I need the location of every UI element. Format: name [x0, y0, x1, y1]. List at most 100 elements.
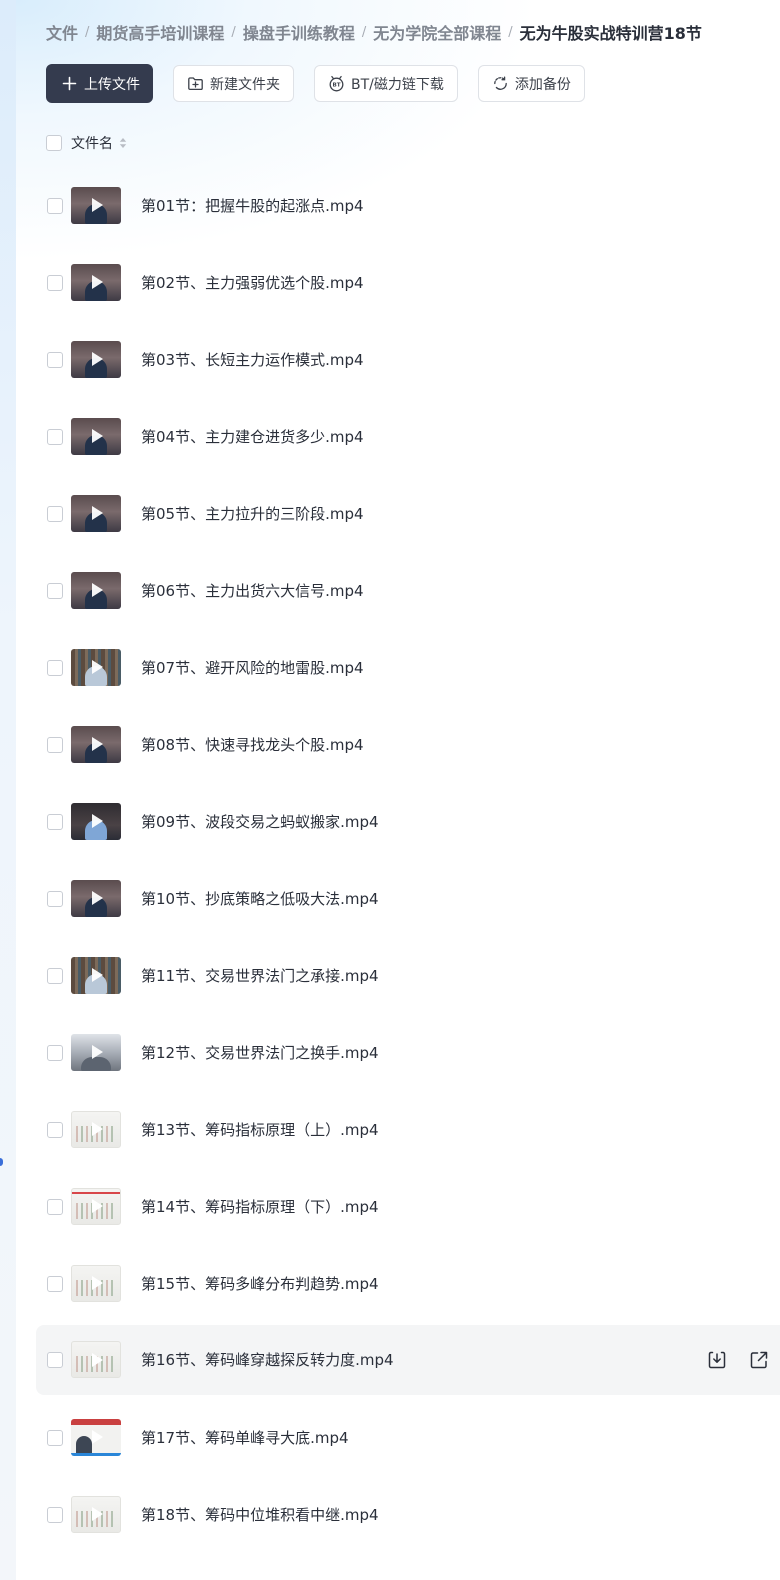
file-name[interactable]: 第18节、筹码中位堆积看中继.mp4 [141, 1505, 379, 1525]
file-name[interactable]: 第08节、快速寻找龙头个股.mp4 [141, 735, 364, 755]
play-icon [92, 968, 103, 982]
play-icon [92, 352, 103, 366]
file-name[interactable]: 第10节、抄底策略之低吸大法.mp4 [141, 889, 379, 909]
file-name[interactable]: 第05节、主力拉升的三阶段.mp4 [141, 504, 364, 524]
file-row-5[interactable]: 第05节、主力拉升的三阶段.mp4 [36, 475, 780, 552]
file-checkbox[interactable] [47, 736, 63, 753]
breadcrumb: 文件 / 期货高手培训课程 / 操盘手训练教程 / 无为学院全部课程 / 无为牛… [46, 20, 702, 44]
file-row-13[interactable]: 第13节、筹码指标原理（上）.mp4 [36, 1091, 780, 1168]
thumbnail-accent-line [71, 1452, 121, 1456]
file-row-9[interactable]: 第09节、波段交易之蚂蚁搬家.mp4 [36, 783, 780, 860]
breadcrumb-item-trader-tutorial[interactable]: 操盘手训练教程 [243, 20, 355, 44]
add-backup-button[interactable]: 添加备份 [477, 65, 585, 102]
file-name[interactable]: 第13节、筹码指标原理（上）.mp4 [141, 1120, 379, 1140]
video-thumbnail [71, 725, 121, 763]
video-thumbnail [71, 1110, 121, 1148]
video-thumbnail [71, 263, 121, 301]
file-row-17[interactable]: 第17节、筹码单峰寻大底.mp4 [36, 1399, 780, 1476]
video-thumbnail [71, 1033, 121, 1071]
file-row-12[interactable]: 第12节、交易世界法门之换手.mp4 [36, 1014, 780, 1091]
file-checkbox[interactable] [47, 967, 63, 984]
video-thumbnail [71, 648, 121, 686]
file-list: 第01节：把握牛股的起涨点.mp4 第02节、主力强弱优选个股.mp4 第03节… [36, 167, 780, 1553]
left-sidebar-strip [0, 0, 16, 1580]
file-name[interactable]: 第16节、筹码峰穿越探反转力度.mp4 [141, 1350, 394, 1370]
file-checkbox[interactable] [47, 428, 63, 445]
bt-magnet-download-button[interactable]: BT BT/磁力链下载 [314, 65, 458, 102]
file-name[interactable]: 第17节、筹码单峰寻大底.mp4 [141, 1428, 349, 1448]
play-icon [92, 506, 103, 520]
file-row-7[interactable]: 第07节、避开风险的地雷股.mp4 [36, 629, 780, 706]
file-row-11[interactable]: 第11节、交易世界法门之承接.mp4 [36, 937, 780, 1014]
video-thumbnail [71, 1418, 121, 1456]
toolbar: 上传文件 新建文件夹 BT BT/磁力链下载 添加备份 [46, 64, 605, 103]
play-icon [92, 891, 103, 905]
breadcrumb-separator: / [508, 24, 513, 40]
file-checkbox[interactable] [47, 1429, 63, 1446]
play-icon [92, 1352, 103, 1367]
bt-icon-text: BT [332, 83, 340, 89]
file-row-18[interactable]: 第18节、筹码中位堆积看中继.mp4 [36, 1476, 780, 1553]
play-icon [92, 1507, 103, 1521]
play-icon [92, 1045, 103, 1059]
filename-column-header[interactable]: 文件名 [71, 133, 113, 153]
play-icon [92, 275, 103, 289]
file-checkbox[interactable] [47, 659, 63, 676]
video-thumbnail [71, 571, 121, 609]
share-icon[interactable] [748, 1349, 770, 1371]
file-checkbox[interactable] [47, 1121, 63, 1138]
file-checkbox[interactable] [47, 1198, 63, 1215]
file-checkbox[interactable] [47, 1506, 63, 1523]
file-name[interactable]: 第01节：把握牛股的起涨点.mp4 [141, 196, 364, 216]
plus-icon [61, 75, 78, 92]
file-checkbox[interactable] [47, 890, 63, 907]
video-thumbnail [71, 186, 121, 224]
play-icon [92, 1276, 103, 1290]
file-row-16[interactable]: 第16节、筹码峰穿越探反转力度.mp4 [36, 1325, 780, 1395]
file-checkbox[interactable] [47, 813, 63, 830]
video-thumbnail [71, 417, 121, 455]
file-checkbox[interactable] [47, 351, 63, 368]
select-all-checkbox[interactable] [46, 135, 62, 151]
file-row-4[interactable]: 第04节、主力建仓进货多少.mp4 [36, 398, 780, 475]
file-checkbox[interactable] [47, 1352, 63, 1368]
file-row-1[interactable]: 第01节：把握牛股的起涨点.mp4 [36, 167, 780, 244]
file-checkbox[interactable] [47, 505, 63, 522]
video-thumbnail [71, 879, 121, 917]
play-icon [92, 1122, 103, 1136]
file-name[interactable]: 第12节、交易世界法门之换手.mp4 [141, 1043, 379, 1063]
file-name[interactable]: 第11节、交易世界法门之承接.mp4 [141, 966, 379, 986]
file-name[interactable]: 第04节、主力建仓进货多少.mp4 [141, 427, 364, 447]
file-name[interactable]: 第02节、主力强弱优选个股.mp4 [141, 273, 364, 293]
sort-icon[interactable] [118, 137, 128, 149]
file-name[interactable]: 第07节、避开风险的地雷股.mp4 [141, 658, 364, 678]
row-actions [706, 1349, 780, 1371]
breadcrumb-item-files[interactable]: 文件 [46, 20, 78, 44]
video-thumbnail [71, 802, 121, 840]
breadcrumb-item-all-courses[interactable]: 无为学院全部课程 [373, 20, 501, 44]
download-icon[interactable] [706, 1349, 728, 1371]
file-row-6[interactable]: 第06节、主力出货六大信号.mp4 [36, 552, 780, 629]
file-name[interactable]: 第14节、筹码指标原理（下）.mp4 [141, 1197, 379, 1217]
play-icon [92, 198, 103, 212]
file-row-15[interactable]: 第15节、筹码多峰分布判趋势.mp4 [36, 1245, 780, 1322]
file-name[interactable]: 第06节、主力出货六大信号.mp4 [141, 581, 364, 601]
file-name[interactable]: 第09节、波段交易之蚂蚁搬家.mp4 [141, 812, 379, 832]
file-row-14[interactable]: 第14节、筹码指标原理（下）.mp4 [36, 1168, 780, 1245]
file-checkbox[interactable] [47, 1275, 63, 1292]
list-header: 文件名 [46, 134, 128, 152]
file-row-3[interactable]: 第03节、长短主力运作模式.mp4 [36, 321, 780, 398]
file-row-2[interactable]: 第02节、主力强弱优选个股.mp4 [36, 244, 780, 321]
file-checkbox[interactable] [47, 197, 63, 214]
file-name[interactable]: 第03节、长短主力运作模式.mp4 [141, 350, 364, 370]
file-row-10[interactable]: 第10节、抄底策略之低吸大法.mp4 [36, 860, 780, 937]
upload-file-button[interactable]: 上传文件 [46, 64, 153, 103]
file-checkbox[interactable] [47, 1044, 63, 1061]
file-row-8[interactable]: 第08节、快速寻找龙头个股.mp4 [36, 706, 780, 783]
play-icon [92, 1199, 103, 1213]
new-folder-button[interactable]: 新建文件夹 [173, 65, 294, 102]
file-name[interactable]: 第15节、筹码多峰分布判趋势.mp4 [141, 1274, 379, 1294]
breadcrumb-item-futures-course[interactable]: 期货高手培训课程 [96, 20, 224, 44]
file-checkbox[interactable] [47, 582, 63, 599]
file-checkbox[interactable] [47, 274, 63, 291]
